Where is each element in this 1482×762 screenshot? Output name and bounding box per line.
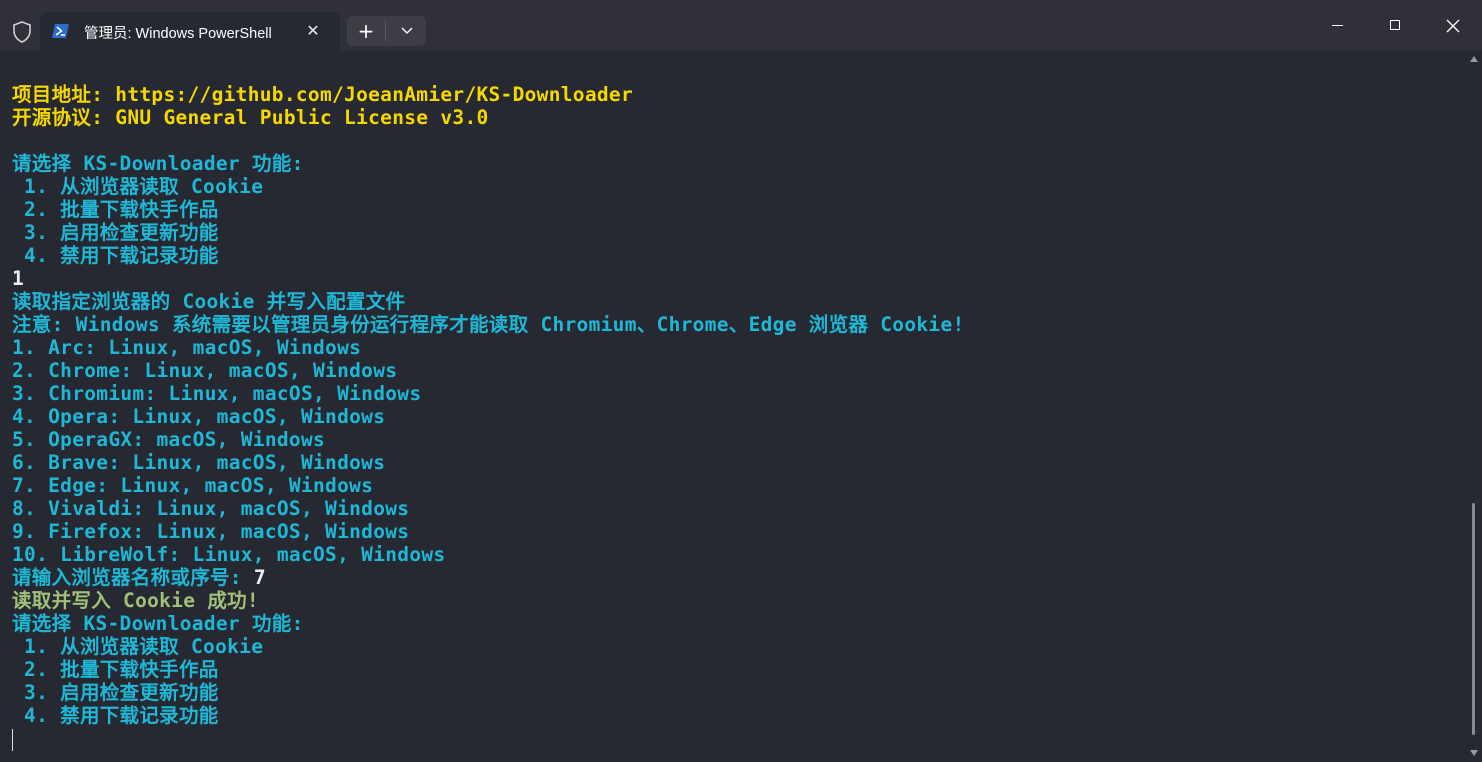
terminal-line-text: 请选择 KS-Downloader 功能: bbox=[12, 152, 304, 175]
scroll-down-arrow-icon[interactable] bbox=[1470, 750, 1478, 756]
terminal-line-text: 4. Opera: Linux, macOS, Windows bbox=[12, 405, 386, 428]
terminal-line-text: 2. 批量下载快手作品 bbox=[12, 658, 219, 681]
terminal-line-text: 请输入浏览器名称或序号: bbox=[12, 566, 254, 589]
terminal-line: 4. 禁用下载记录功能 bbox=[12, 244, 965, 267]
terminal-line: 10. LibreWolf: Linux, macOS, Windows bbox=[12, 543, 965, 566]
shield-icon bbox=[13, 21, 31, 43]
terminal-line: 请选择 KS-Downloader 功能: bbox=[12, 612, 965, 635]
terminal-line-text: 10. LibreWolf: Linux, macOS, Windows bbox=[12, 543, 446, 566]
powershell-window: 管理员: Windows PowerShell ✕ + 项目地址: https:… bbox=[0, 0, 1482, 762]
close-icon bbox=[1446, 19, 1460, 33]
maximize-icon bbox=[1390, 20, 1400, 30]
terminal-line-text: 9. Firefox: Linux, macOS, Windows bbox=[12, 520, 410, 543]
terminal-line-text: 读取并写入 Cookie 成功! bbox=[12, 589, 259, 612]
terminal-line-text: 2. Chrome: Linux, macOS, Windows bbox=[12, 359, 398, 382]
tab-close-button[interactable]: ✕ bbox=[302, 20, 324, 42]
scroll-up-arrow-icon[interactable] bbox=[1470, 56, 1478, 62]
new-tab-button[interactable]: + bbox=[347, 16, 385, 46]
terminal-line-text: 8. Vivaldi: Linux, macOS, Windows bbox=[12, 497, 410, 520]
chevron-down-icon bbox=[401, 27, 412, 34]
minimize-icon bbox=[1332, 25, 1343, 26]
terminal-line-text: 1. 从浏览器读取 Cookie bbox=[12, 635, 264, 658]
terminal-output[interactable]: 项目地址: https://github.com/JoeanAmier/KS-D… bbox=[0, 51, 1482, 762]
terminal-line: 4. 禁用下载记录功能 bbox=[12, 704, 965, 727]
terminal-line-text: 1. 从浏览器读取 Cookie bbox=[12, 175, 264, 198]
terminal-lines: 项目地址: https://github.com/JoeanAmier/KS-D… bbox=[12, 83, 965, 727]
terminal-line: 1 bbox=[12, 267, 965, 290]
terminal-line-text: 3. 启用检查更新功能 bbox=[12, 681, 219, 704]
terminal-line: 7. Edge: Linux, macOS, Windows bbox=[12, 474, 965, 497]
terminal-line: 1. 从浏览器读取 Cookie bbox=[12, 635, 965, 658]
terminal-line-text: 2. 批量下载快手作品 bbox=[12, 198, 219, 221]
terminal-line-text: 1. Arc: Linux, macOS, Windows bbox=[12, 336, 362, 359]
powershell-icon bbox=[52, 24, 69, 38]
terminal-line: 开源协议: GNU General Public License v3.0 bbox=[12, 106, 965, 129]
terminal-line: 注意: Windows 系统需要以管理员身份运行程序才能读取 Chromium、… bbox=[12, 313, 965, 336]
terminal-line: 2. 批量下载快手作品 bbox=[12, 658, 965, 681]
terminal-line: 1. 从浏览器读取 Cookie bbox=[12, 175, 965, 198]
terminal-line-text: 读取指定浏览器的 Cookie 并写入配置文件 bbox=[12, 290, 406, 313]
terminal-line-text: 1 bbox=[12, 267, 25, 290]
terminal-line-text: 请选择 KS-Downloader 功能: bbox=[12, 612, 304, 635]
tab-actions-divider bbox=[385, 21, 386, 41]
terminal-line: 9. Firefox: Linux, macOS, Windows bbox=[12, 520, 965, 543]
text-cursor bbox=[12, 729, 13, 751]
title-bar[interactable]: 管理员: Windows PowerShell ✕ + bbox=[0, 0, 1482, 51]
terminal-line: 读取并写入 Cookie 成功! bbox=[12, 589, 965, 612]
terminal-line: 3. 启用检查更新功能 bbox=[12, 681, 965, 704]
terminal-line: 项目地址: https://github.com/JoeanAmier/KS-D… bbox=[12, 83, 965, 106]
maximize-button[interactable] bbox=[1366, 0, 1424, 51]
tab-title: 管理员: Windows PowerShell bbox=[84, 26, 272, 42]
scrollbar-thumb[interactable] bbox=[1472, 503, 1475, 735]
terminal-line-text: 7. Edge: Linux, macOS, Windows bbox=[12, 474, 374, 497]
terminal-line-text: 3. Chromium: Linux, macOS, Windows bbox=[12, 382, 422, 405]
terminal-line-text: 注意: Windows 系统需要以管理员身份运行程序才能读取 Chromium、… bbox=[12, 313, 965, 336]
terminal-line-text: 开源协议: GNU General Public License v3.0 bbox=[12, 106, 489, 129]
terminal-user-input: 7 bbox=[253, 566, 266, 589]
tab-actions: + bbox=[347, 16, 426, 46]
terminal-line: 2. Chrome: Linux, macOS, Windows bbox=[12, 359, 965, 382]
terminal-line: 读取指定浏览器的 Cookie 并写入配置文件 bbox=[12, 290, 965, 313]
terminal-line: 2. 批量下载快手作品 bbox=[12, 198, 965, 221]
terminal-line: 3. Chromium: Linux, macOS, Windows bbox=[12, 382, 965, 405]
terminal-line: 1. Arc: Linux, macOS, Windows bbox=[12, 336, 965, 359]
tab-powershell[interactable]: 管理员: Windows PowerShell ✕ bbox=[40, 12, 340, 51]
terminal-line: 5. OperaGX: macOS, Windows bbox=[12, 428, 965, 451]
terminal-line: 请输入浏览器名称或序号: 7 bbox=[12, 566, 965, 589]
close-button[interactable] bbox=[1424, 0, 1482, 51]
terminal-line-text: 4. 禁用下载记录功能 bbox=[12, 704, 219, 727]
terminal-line-text: 3. 启用检查更新功能 bbox=[12, 221, 219, 244]
minimize-button[interactable] bbox=[1308, 0, 1366, 51]
terminal-line-text: 5. OperaGX: macOS, Windows bbox=[12, 428, 326, 451]
terminal-line: 4. Opera: Linux, macOS, Windows bbox=[12, 405, 965, 428]
terminal-line-text: 项目地址: https://github.com/JoeanAmier/KS-D… bbox=[12, 83, 633, 106]
terminal-line-text: 6. Brave: Linux, macOS, Windows bbox=[12, 451, 386, 474]
terminal-line: 6. Brave: Linux, macOS, Windows bbox=[12, 451, 965, 474]
terminal-line-text: 4. 禁用下载记录功能 bbox=[12, 244, 219, 267]
terminal-line: 请选择 KS-Downloader 功能: bbox=[12, 152, 965, 175]
terminal-line: 8. Vivaldi: Linux, macOS, Windows bbox=[12, 497, 965, 520]
tab-dropdown-button[interactable] bbox=[387, 16, 426, 46]
terminal-line: 3. 启用检查更新功能 bbox=[12, 221, 965, 244]
